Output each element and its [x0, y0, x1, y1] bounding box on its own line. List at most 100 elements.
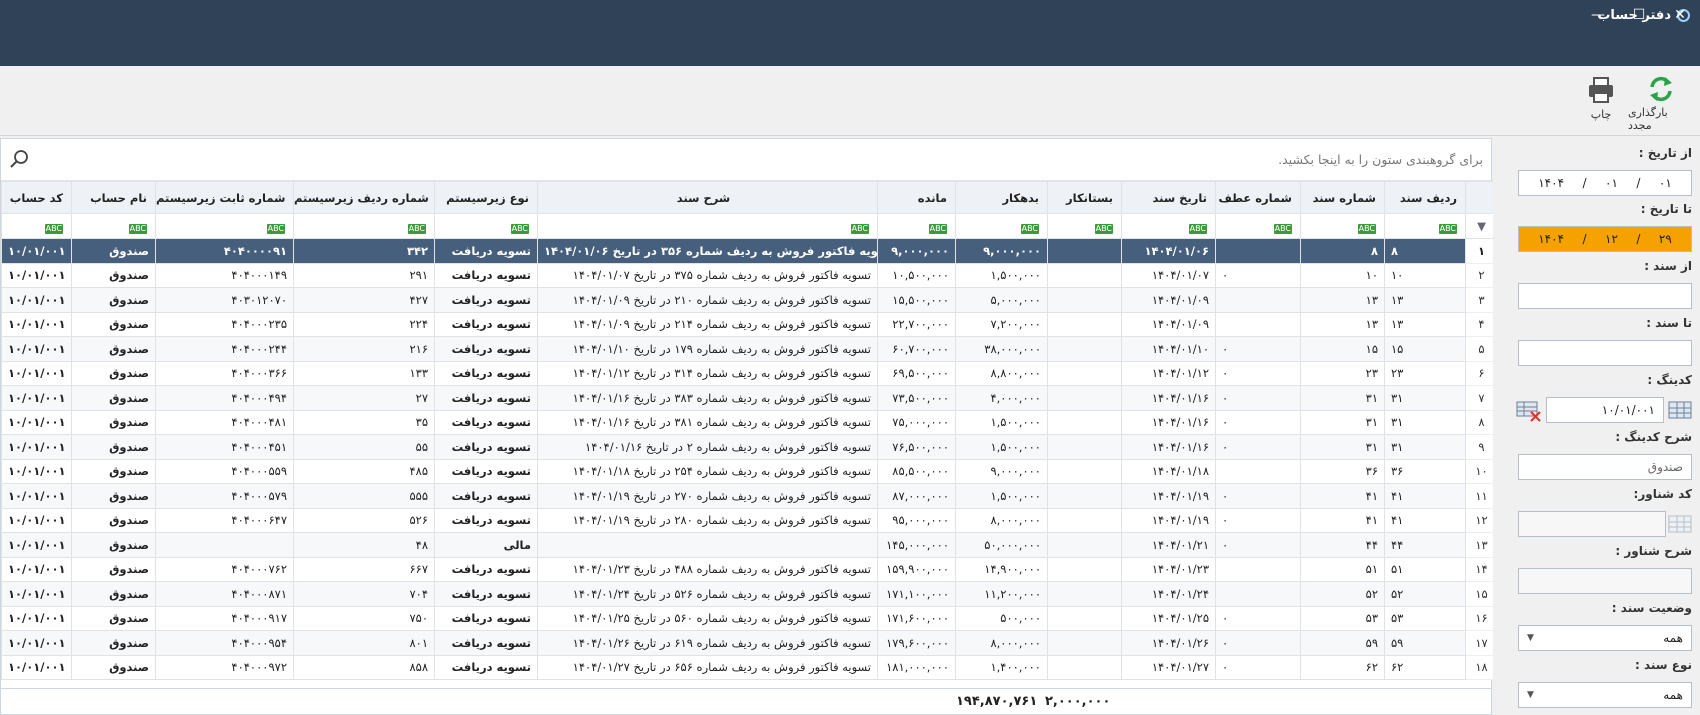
table-row[interactable]: ۱۰/۰۱/۰۰۱ صندوق ۴۰۴۰۰۰۴۹۴ ۲۷ تسویه دریافت تسو… — [1, 385, 1498, 411]
col-ref-number[interactable]: شماره عطف — [1215, 181, 1301, 214]
cell-subsystem-row[interactable]: ۵۵۵ — [293, 483, 435, 509]
cell-subsystem-row[interactable]: ۴۸ — [293, 532, 435, 558]
cell-account-code[interactable]: ۱۰/۰۱/۰۰۱ — [1, 238, 72, 264]
cell-doc-row[interactable]: ۵۳ — [1384, 605, 1466, 631]
cell-doc-number[interactable]: ۵۲ — [1300, 581, 1385, 607]
cell-ref-number[interactable] — [1215, 238, 1301, 264]
cell-subsystem-fixed[interactable]: ۴۰۴۰۰۰۵۵۹ — [155, 458, 294, 484]
cell-balance[interactable]: ۱۴۵,۰۰۰,۰۰۰ — [877, 532, 956, 558]
cell-debit[interactable]: ۵,۰۰۰,۰۰۰ — [955, 287, 1048, 313]
filter-cell[interactable]: ABC — [537, 213, 878, 239]
table-row[interactable]: ۱۰/۰۱/۰۰۱ صندوق ۴۰۴۰۰۰۹۵۴ ۸۰۱ تسویه دریافت تس… — [1, 630, 1498, 656]
cell-doc-row[interactable]: ۳۶ — [1384, 458, 1466, 484]
filter-cell[interactable]: ABC — [955, 213, 1048, 239]
cell-balance[interactable]: ۲۲,۷۰۰,۰۰۰ — [877, 311, 956, 337]
cell-credit[interactable] — [1047, 434, 1122, 460]
cell-subsystem-fixed[interactable]: ۴۰۴۰۰۰۹۱۷ — [155, 605, 294, 631]
cell-doc-date[interactable]: ۱۴۰۴/۰۱/۰۹ — [1121, 311, 1216, 337]
cell-balance[interactable]: ۱۸۱,۰۰۰,۰۰۰ — [877, 654, 956, 680]
cell-account-name[interactable]: صندوق — [71, 581, 156, 607]
cell-subsystem-row[interactable]: ۸۰۱ — [293, 630, 435, 656]
cell-doc-row[interactable]: ۵۱ — [1384, 556, 1466, 582]
cell-ref-number[interactable] — [1215, 556, 1301, 582]
cell-subsystem-fixed[interactable] — [155, 532, 294, 558]
cell-subsystem-row[interactable]: ۵۵ — [293, 434, 435, 460]
cell-credit[interactable] — [1047, 654, 1122, 680]
cell-subsystem-row[interactable]: ۸۵۸ — [293, 654, 435, 680]
filter-cell[interactable]: ABC — [1121, 213, 1216, 239]
cell-doc-date[interactable]: ۱۴۰۴/۰۱/۱۲ — [1121, 360, 1216, 386]
cell-account-code[interactable]: ۱۰/۰۱/۰۰۱ — [1, 434, 72, 460]
table-row[interactable]: ۱۰/۰۱/۰۰۱ صندوق ۴۰۴۰۰۰۹۷۲ ۸۵۸ تسویه دریافت تس… — [1, 654, 1498, 680]
table-row[interactable]: ۱۰/۰۱/۰۰۱ صندوق ۴۰۴۰۰۰۳۶۶ ۱۳۳ تسویه دریافت تس… — [1, 360, 1498, 386]
cell-balance[interactable]: ۸۵,۵۰۰,۰۰۰ — [877, 458, 956, 484]
cell-account-name[interactable]: صندوق — [71, 532, 156, 558]
cell-account-code[interactable]: ۱۰/۰۱/۰۰۱ — [1, 287, 72, 313]
cell-balance[interactable]: ۹,۰۰۰,۰۰۰ — [877, 238, 956, 264]
cell-credit[interactable] — [1047, 311, 1122, 337]
coding-input[interactable]: ۱۰/۰۱/۰۰۱ — [1546, 397, 1664, 423]
cell-description[interactable]: تسویه فاکتور فروش به ردیف شماره ۳۸۱ در ت… — [537, 409, 878, 435]
group-panel[interactable]: برای گروهبندی ستون را به اینجا بکشید. — [1, 139, 1491, 181]
cell-account-code[interactable]: ۱۰/۰۱/۰۰۱ — [1, 556, 72, 582]
cell-doc-date[interactable]: ۱۴۰۴/۰۱/۲۴ — [1121, 581, 1216, 607]
cell-ref-number[interactable] — [1215, 458, 1301, 484]
table-row[interactable]: ۱۰/۰۱/۰۰۱ صندوق ۴۰۴۰۰۰۴۸۱ ۳۵ تسویه دریافت تسو… — [1, 409, 1498, 435]
cell-doc-number[interactable]: ۸ — [1300, 238, 1385, 264]
coding-clear-icon[interactable] — [1516, 400, 1542, 422]
cell-subsystem-row[interactable]: ۲۹۱ — [293, 262, 435, 288]
table-row[interactable]: ۱۰/۰۱/۰۰۱ صندوق ۴۸ مالی ۱۴۵,۰۰۰,۰۰۰ ۵۰,۰۰۰,۰۰… — [1, 532, 1498, 558]
cell-credit[interactable] — [1047, 360, 1122, 386]
cell-account-code[interactable]: ۱۰/۰۱/۰۰۱ — [1, 605, 72, 631]
cell-account-code[interactable]: ۱۰/۰۱/۰۰۱ — [1, 532, 72, 558]
cell-account-code[interactable]: ۱۰/۰۱/۰۰۱ — [1, 385, 72, 411]
cell-account-code[interactable]: ۱۰/۰۱/۰۰۱ — [1, 630, 72, 656]
cell-balance[interactable]: ۱۰,۵۰۰,۰۰۰ — [877, 262, 956, 288]
cell-account-code[interactable]: ۱۰/۰۱/۰۰۱ — [1, 507, 72, 533]
cell-doc-row[interactable]: ۱۵ — [1384, 336, 1466, 362]
cell-credit[interactable] — [1047, 262, 1122, 288]
table-row[interactable]: ۱۰/۰۱/۰۰۱ صندوق ۴۰۴۰۰۰۵۵۹ ۴۸۵ تسویه دریافت تس… — [1, 458, 1498, 484]
cell-subsystem-fixed[interactable]: ۴۰۴۰۰۰۹۷۲ — [155, 654, 294, 680]
from-date-field[interactable]: ۰۱ / ۰۱ / ۱۴۰۴ — [1518, 170, 1692, 196]
floater-lookup-icon[interactable] — [1668, 514, 1692, 534]
cell-account-name[interactable]: صندوق — [71, 385, 156, 411]
cell-description[interactable]: تسویه فاکتور فروش به ردیف شماره ۳۸۳ در ت… — [537, 385, 878, 411]
cell-debit[interactable]: ۱۱,۲۰۰,۰۰۰ — [955, 581, 1048, 607]
cell-subsystem-fixed[interactable]: ۴۰۳۰۱۲۰۷۰ — [155, 287, 294, 313]
coding-lookup-icon[interactable] — [1668, 400, 1692, 420]
cell-account-name[interactable]: صندوق — [71, 336, 156, 362]
cell-ref-number[interactable]: ۰ — [1215, 360, 1301, 386]
cell-account-code[interactable]: ۱۰/۰۱/۰۰۱ — [1, 654, 72, 680]
cell-account-name[interactable]: صندوق — [71, 434, 156, 460]
cell-doc-number[interactable]: ۴۱ — [1300, 483, 1385, 509]
cell-account-name[interactable]: صندوق — [71, 311, 156, 337]
cell-subsystem-row[interactable]: ۷۰۴ — [293, 581, 435, 607]
cell-subsystem-row[interactable]: ۳۵ — [293, 409, 435, 435]
cell-doc-number[interactable]: ۱۳ — [1300, 311, 1385, 337]
cell-balance[interactable]: ۸۷,۰۰۰,۰۰۰ — [877, 483, 956, 509]
cell-balance[interactable]: ۹۵,۰۰۰,۰۰۰ — [877, 507, 956, 533]
cell-balance[interactable]: ۶۰,۷۰۰,۰۰۰ — [877, 336, 956, 362]
search-icon[interactable] — [9, 149, 29, 172]
close-button[interactable]: ✕ — [1665, 5, 1695, 25]
cell-description[interactable]: تسویه فاکتور فروش به ردیف شماره ۲۸۰ در ت… — [537, 507, 878, 533]
cell-subsystem-type[interactable]: تسویه دریافت — [434, 336, 538, 362]
cell-ref-number[interactable]: ۰ — [1215, 630, 1301, 656]
cell-doc-row[interactable]: ۴۱ — [1384, 483, 1466, 509]
cell-credit[interactable] — [1047, 556, 1122, 582]
cell-subsystem-type[interactable]: تسویه دریافت — [434, 360, 538, 386]
panel-scrollbar[interactable] — [1493, 138, 1505, 715]
cell-debit[interactable]: ۹,۰۰۰,۰۰۰ — [955, 238, 1048, 264]
cell-debit[interactable]: ۱,۵۰۰,۰۰۰ — [955, 409, 1048, 435]
cell-subsystem-row[interactable]: ۳۴۲ — [293, 238, 435, 264]
cell-ref-number[interactable] — [1215, 287, 1301, 313]
cell-debit[interactable]: ۱,۵۰۰,۰۰۰ — [955, 434, 1048, 460]
cell-subsystem-type[interactable]: تسویه دریافت — [434, 409, 538, 435]
cell-description[interactable]: تسویه فاکتور فروش به ردیف شماره ۲۱۰ در ت… — [537, 287, 878, 313]
cell-subsystem-fixed[interactable]: ۴۰۴۰۰۰۳۶۶ — [155, 360, 294, 386]
cell-doc-number[interactable]: ۳۱ — [1300, 434, 1385, 460]
cell-account-code[interactable]: ۱۰/۰۱/۰۰۱ — [1, 311, 72, 337]
table-row[interactable]: ۱۰/۰۱/۰۰۱ صندوق ۴۰۴۰۰۰۰۹۱ ۳۴۲ تسویه دریافت تس… — [1, 238, 1498, 264]
cell-subsystem-row[interactable]: ۶۶۷ — [293, 556, 435, 582]
